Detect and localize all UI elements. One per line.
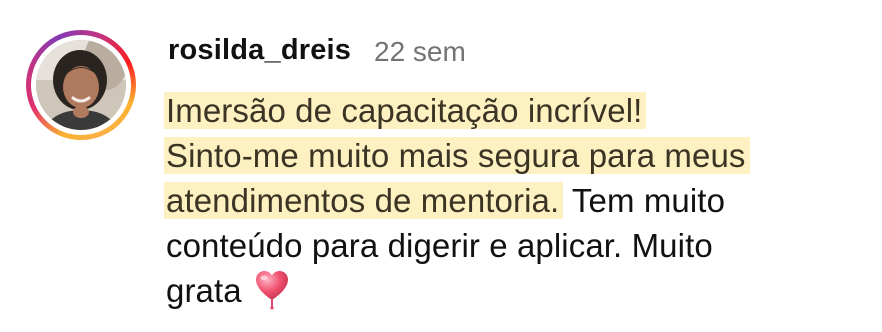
comment-plain-text: conteúdo para digerir e aplicar. Muito [166,227,713,264]
comment-line-1: Imersão de capacitação incrível! [164,88,866,133]
highlighted-text: Sinto-me muito mais segura para meus [164,137,750,174]
comment-plain-text: grata [166,272,242,309]
avatar-photo [36,40,126,130]
comment-continuation: Tem muito [571,182,726,219]
comment-text: Imersão de capacitação incrível! Sinto-m… [164,88,866,313]
comment-line-4: conteúdo para digerir e aplicar. Muito [166,223,866,268]
highlighted-text: atendimentos de mentoria. [164,182,564,219]
highlighted-text: Imersão de capacitação incrível! [164,92,647,129]
comment-timestamp: 22 sem [374,36,466,67]
comment-line-2: Sinto-me muito mais segura para meus [164,133,866,178]
comment-line-3: atendimentos de mentoria. Tem muito [164,178,866,223]
comment: rosilda_dreis 22 sem Imersão de capacita… [0,0,882,332]
comment-line-5: grata [166,268,866,313]
avatar-story-ring[interactable] [26,30,136,140]
username-link[interactable]: rosilda_dreis [168,34,351,67]
avatar[interactable] [36,40,126,130]
heart-icon [255,270,289,321]
